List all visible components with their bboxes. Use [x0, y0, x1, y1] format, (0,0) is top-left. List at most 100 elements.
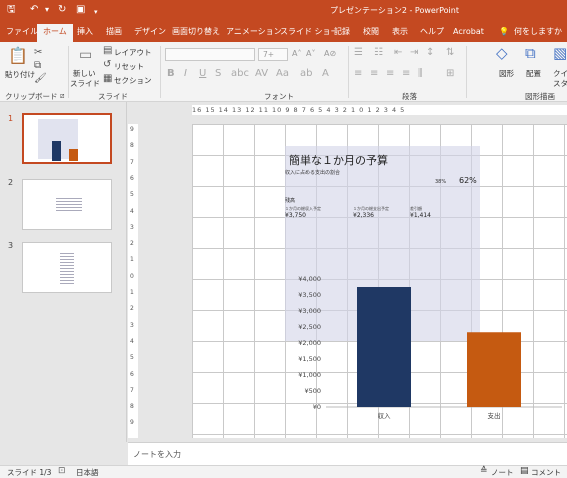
language-indicator[interactable]: 日本語 — [76, 467, 99, 478]
chart-y-tick-label: ¥3,500 — [298, 291, 321, 299]
numbering-icon[interactable]: ☷ — [374, 48, 383, 58]
shrink-font-icon[interactable]: A˅ — [306, 49, 315, 59]
thumb-income-bar — [52, 141, 61, 161]
shadow-icon[interactable]: S — [215, 69, 221, 79]
ruler-tick-label: 9 — [130, 126, 134, 133]
tab-review[interactable]: 校閲 — [363, 26, 379, 38]
text-direction-icon[interactable]: ⇅ — [446, 48, 454, 58]
slide-thumbnail-pane: 1 2 3 — [0, 102, 127, 442]
thumbnail-slide-3[interactable] — [22, 242, 112, 293]
copy-icon[interactable]: ⧉ — [34, 61, 41, 71]
reset-button[interactable]: リセット — [114, 61, 144, 72]
change-case-icon[interactable]: Aa — [276, 69, 289, 79]
shapes-icon[interactable]: ◇ — [496, 46, 508, 61]
ruler-tick-label: 7 — [130, 386, 134, 394]
quick-styles-line2[interactable]: スタイ — [553, 78, 567, 89]
tab-transitions[interactable]: 画面切り替え — [172, 26, 220, 38]
align-center-icon[interactable]: ≡ — [370, 69, 378, 79]
clipboard-icon[interactable]: 📋 — [8, 48, 28, 64]
clipboard-launcher-icon[interactable]: ⧄ — [60, 91, 64, 101]
undo-dropdown-icon[interactable]: ▾ — [45, 4, 49, 16]
tab-draw[interactable]: 描画 — [106, 26, 122, 38]
font-size-dropdown[interactable]: 7+ — [258, 48, 288, 61]
quick-styles-icon[interactable]: ▧ — [553, 46, 567, 61]
italic-icon[interactable]: I — [184, 69, 187, 79]
ruler-tick-label: 8 — [130, 403, 134, 411]
columns-icon[interactable]: ⫼ — [418, 69, 423, 79]
tab-help[interactable]: ヘルプ — [420, 26, 444, 38]
thumbnail-slide-1[interactable] — [22, 113, 112, 164]
paste-button[interactable]: 貼り付け — [5, 69, 35, 80]
accessibility-icon[interactable]: ⊡ — [58, 466, 66, 476]
strikethrough-icon[interactable]: abc — [231, 69, 249, 79]
ruler-tick-label: 4 — [130, 337, 134, 345]
cut-icon[interactable]: ✂ — [34, 48, 42, 58]
tell-me-search[interactable]: 何をしますか — [514, 26, 562, 38]
window-title: プレゼンテーション2 - PowerPoint — [330, 6, 459, 15]
new-slide-button-line2[interactable]: スライド — [70, 78, 100, 89]
bullets-icon[interactable]: ☰ — [354, 48, 363, 58]
thumbnail-slide-2[interactable] — [22, 179, 112, 230]
thumb-table — [56, 198, 82, 212]
tab-design[interactable]: デザイン — [134, 26, 166, 38]
horizontal-ruler: 16 15 14 13 12 11 10 9 8 7 6 5 4 3 2 1 0… — [192, 105, 567, 115]
budget-bar-chart[interactable]: ¥0 ¥500 ¥1,000 ¥1,500 ¥2,000 ¥2,500 ¥3,000 ¥3,5… — [192, 124, 567, 438]
grow-font-icon[interactable]: A˄ — [292, 49, 301, 59]
arrange-button[interactable]: 配置 — [526, 68, 541, 79]
clear-format-icon[interactable]: A⊘ — [324, 49, 336, 59]
align-left-icon[interactable]: ≡ — [354, 69, 362, 79]
smartart-icon[interactable]: ⊞ — [446, 69, 454, 79]
increase-indent-icon[interactable]: ⇥ — [410, 48, 418, 58]
tab-view[interactable]: 表示 — [392, 26, 408, 38]
font-color-icon[interactable]: A — [322, 69, 329, 79]
chart-y-tick-label: ¥500 — [304, 387, 321, 395]
comments-icon[interactable]: ▤ — [520, 466, 529, 476]
ruler-tick-label: 6 — [130, 370, 134, 378]
underline-icon[interactable]: U — [199, 69, 206, 79]
thumb-expense-bar — [69, 149, 78, 161]
ruler-tick-label: 0 — [130, 272, 134, 280]
notes-placeholder: ノートを入力 — [133, 450, 181, 459]
ruler-tick-label: 3 — [130, 223, 134, 231]
notes-pane[interactable]: ノートを入力 — [128, 442, 567, 465]
chart-y-tick-label: ¥0 — [313, 403, 321, 411]
save-icon[interactable]: 🖫 — [7, 4, 16, 16]
chart-x-tick-label: 支出 — [488, 411, 501, 420]
undo-icon[interactable]: ↶ — [30, 4, 38, 16]
notes-toggle-icon[interactable]: ≙ — [480, 466, 488, 476]
customize-qat-icon[interactable]: ▾ — [94, 6, 98, 18]
divider — [466, 46, 467, 98]
line-spacing-icon[interactable]: ↕ — [426, 48, 434, 58]
chart-y-tick-label: ¥3,000 — [298, 307, 321, 315]
justify-icon[interactable]: ≡ — [402, 69, 410, 79]
ruler-tick-label: 1 — [130, 289, 134, 296]
redo-icon[interactable]: ↻ — [58, 4, 66, 16]
decrease-indent-icon[interactable]: ⇤ — [394, 48, 402, 58]
arrange-icon[interactable]: ⧉ — [525, 46, 536, 61]
char-spacing-icon[interactable]: AV — [255, 69, 268, 79]
notes-toggle-button[interactable]: ノート — [491, 467, 514, 478]
tab-file[interactable]: ファイル — [6, 26, 38, 38]
tab-slideshow[interactable]: スライド ショー — [280, 26, 339, 38]
slide-canvas[interactable]: 簡単な１か月の予算 収入に占める支出の割合 38% 62% 残高 １か月の総収入… — [192, 124, 567, 438]
bold-icon[interactable]: B — [167, 69, 175, 79]
align-right-icon[interactable]: ≡ — [386, 69, 394, 79]
shapes-button[interactable]: 図形 — [499, 68, 514, 79]
tab-home[interactable]: ホーム — [37, 24, 73, 42]
font-name-dropdown[interactable] — [165, 48, 255, 61]
ruler-tick-label: 5 — [130, 354, 134, 362]
divider — [160, 46, 161, 98]
format-painter-icon[interactable]: 🖌 — [34, 74, 47, 84]
tab-insert[interactable]: 挿入 — [77, 26, 93, 38]
ruler-tick-label: 9 — [130, 419, 134, 427]
new-slide-icon[interactable]: ▭ — [79, 48, 92, 62]
tab-animations[interactable]: アニメーション — [226, 26, 282, 38]
highlight-icon[interactable]: ab — [300, 69, 312, 79]
start-slideshow-icon[interactable]: ▣ — [76, 4, 85, 16]
tab-acrobat[interactable]: Acrobat — [453, 26, 484, 38]
section-button[interactable]: セクション — [114, 75, 152, 86]
layout-button[interactable]: レイアウト — [114, 47, 152, 58]
comments-button[interactable]: コメント — [531, 467, 561, 478]
chart-bar-expense — [467, 332, 521, 407]
tab-record[interactable]: 記録 — [334, 26, 350, 38]
